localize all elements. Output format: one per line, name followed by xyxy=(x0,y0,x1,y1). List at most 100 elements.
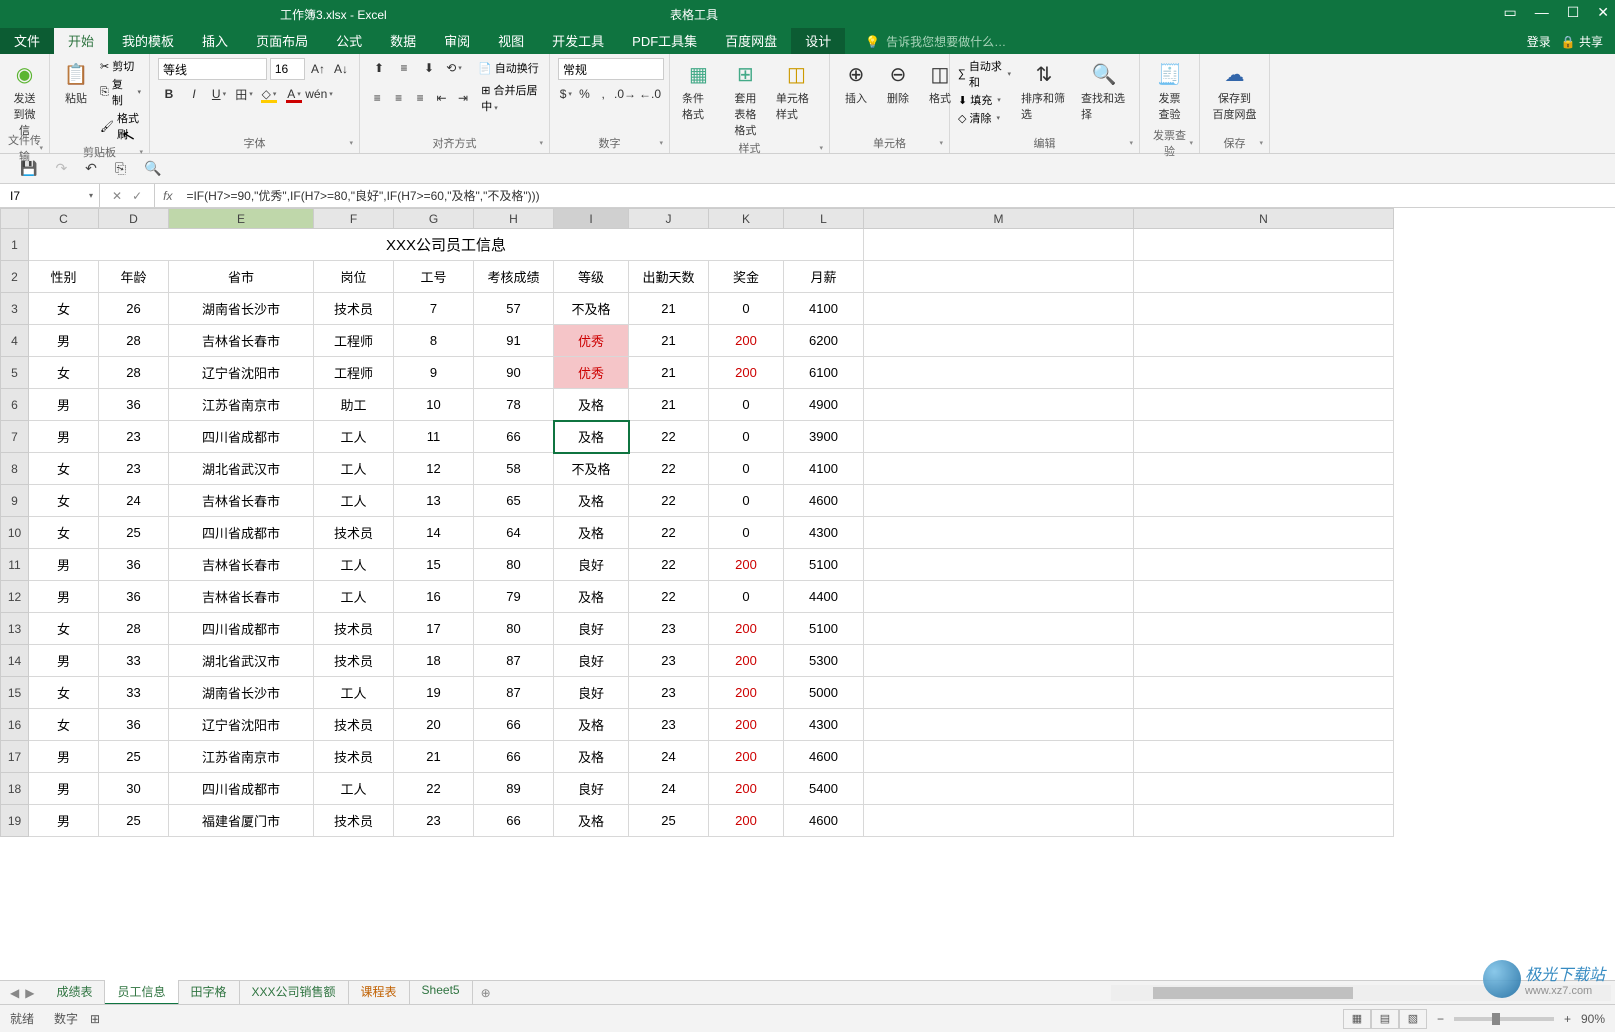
table-format-button[interactable]: ⊞套用 表格格式 xyxy=(725,58,766,140)
cell[interactable]: 不及格 xyxy=(554,453,629,485)
cell[interactable]: 5100 xyxy=(784,613,864,645)
fill-button[interactable]: ⬇ 填充 xyxy=(958,92,1011,108)
qat-button-2[interactable]: 🔍 xyxy=(144,160,161,177)
col-header-H[interactable]: H xyxy=(474,209,554,229)
cell[interactable]: 12 xyxy=(394,453,474,485)
font-name-select[interactable]: 等线 xyxy=(158,58,267,80)
col-header-M[interactable]: M xyxy=(864,209,1134,229)
cell[interactable]: 工人 xyxy=(314,773,394,805)
phonetic-button[interactable]: wén xyxy=(308,84,330,104)
col-header-L[interactable]: L xyxy=(784,209,864,229)
row-header-5[interactable]: 5 xyxy=(1,357,29,389)
indent-dec-button[interactable]: ⇤ xyxy=(432,88,450,108)
send-wechat-button[interactable]: ◉ 发送 到微信 xyxy=(8,58,41,140)
cell[interactable]: 16 xyxy=(394,581,474,613)
cell[interactable]: 22 xyxy=(629,581,709,613)
currency-button[interactable]: $ xyxy=(558,84,574,104)
cell[interactable]: 66 xyxy=(474,741,554,773)
row-header-3[interactable]: 3 xyxy=(1,293,29,325)
row-header-8[interactable]: 8 xyxy=(1,453,29,485)
sort-filter-button[interactable]: ⇅排序和筛选 xyxy=(1017,58,1071,124)
cell[interactable]: 200 xyxy=(709,325,784,357)
row-header-11[interactable]: 11 xyxy=(1,549,29,581)
tab-dev[interactable]: 开发工具 xyxy=(538,27,618,54)
cell[interactable]: 200 xyxy=(709,613,784,645)
cell[interactable]: 4300 xyxy=(784,709,864,741)
cell[interactable]: 男 xyxy=(29,421,99,453)
zoom-in-button[interactable]: + xyxy=(1564,1012,1571,1026)
decrease-font-button[interactable]: A↓ xyxy=(331,59,351,79)
tab-pdf[interactable]: PDF工具集 xyxy=(618,27,711,54)
cell[interactable]: 14 xyxy=(394,517,474,549)
cell[interactable]: 工人 xyxy=(314,453,394,485)
cell[interactable]: 吉林省长春市 xyxy=(169,325,314,357)
tab-formula[interactable]: 公式 xyxy=(322,27,376,54)
cell[interactable]: 0 xyxy=(709,517,784,549)
cell[interactable]: 良好 xyxy=(554,645,629,677)
cell[interactable]: 湖北省武汉市 xyxy=(169,645,314,677)
table-header[interactable]: 工号 xyxy=(394,261,474,293)
cell[interactable]: 80 xyxy=(474,549,554,581)
col-header-E[interactable]: E xyxy=(169,209,314,229)
cell[interactable]: 28 xyxy=(99,325,169,357)
cell[interactable]: 江苏省南京市 xyxy=(169,389,314,421)
cell[interactable]: 25 xyxy=(99,741,169,773)
cell[interactable]: 四川省成都市 xyxy=(169,613,314,645)
percent-button[interactable]: % xyxy=(577,84,593,104)
cell[interactable]: 0 xyxy=(709,485,784,517)
cell[interactable]: 男 xyxy=(29,773,99,805)
cell[interactable]: 及格 xyxy=(554,517,629,549)
align-top-button[interactable]: ⬆ xyxy=(368,58,390,78)
cell[interactable]: 良好 xyxy=(554,773,629,805)
cell[interactable]: 21 xyxy=(629,293,709,325)
clear-button[interactable]: ◇ 清除 xyxy=(958,110,1011,126)
cell[interactable]: 21 xyxy=(629,357,709,389)
cell[interactable]: 20 xyxy=(394,709,474,741)
row-header-17[interactable]: 17 xyxy=(1,741,29,773)
align-left-button[interactable]: ≡ xyxy=(368,88,386,108)
cell[interactable]: 7 xyxy=(394,293,474,325)
cell[interactable]: 22 xyxy=(629,485,709,517)
redo-button[interactable]: ↷ xyxy=(55,160,67,177)
cell[interactable]: 25 xyxy=(99,517,169,549)
add-sheet-button[interactable]: ⊕ xyxy=(481,986,491,1000)
paste-button[interactable]: 📋 粘贴 xyxy=(58,58,94,108)
sheet-nav-last[interactable]: ▶ xyxy=(25,986,34,1000)
row-header-14[interactable]: 14 xyxy=(1,645,29,677)
cell[interactable]: 23 xyxy=(629,645,709,677)
maximize-icon[interactable]: ☐ xyxy=(1567,4,1580,21)
sheet-tab-4[interactable]: 课程表 xyxy=(349,980,410,1005)
cell[interactable]: 91 xyxy=(474,325,554,357)
cell[interactable]: 10 xyxy=(394,389,474,421)
cell[interactable]: 23 xyxy=(629,677,709,709)
cell[interactable]: 女 xyxy=(29,293,99,325)
table-header[interactable]: 奖金 xyxy=(709,261,784,293)
cell[interactable]: 23 xyxy=(99,421,169,453)
cell[interactable]: 4900 xyxy=(784,389,864,421)
cell[interactable]: 0 xyxy=(709,453,784,485)
cell[interactable]: 65 xyxy=(474,485,554,517)
fx-icon[interactable]: fx xyxy=(155,189,180,203)
zoom-level[interactable]: 90% xyxy=(1581,1012,1605,1026)
insert-cell-button[interactable]: ⊕插入 xyxy=(838,58,874,108)
cell[interactable]: 福建省厦门市 xyxy=(169,805,314,837)
cell[interactable]: 优秀 xyxy=(554,325,629,357)
cell[interactable]: 及格 xyxy=(554,581,629,613)
conditional-format-button[interactable]: ▦条件格式 xyxy=(678,58,719,124)
cell[interactable]: 女 xyxy=(29,357,99,389)
row-header-12[interactable]: 12 xyxy=(1,581,29,613)
cell[interactable]: 90 xyxy=(474,357,554,389)
cell[interactable]: 及格 xyxy=(554,389,629,421)
cell[interactable]: 19 xyxy=(394,677,474,709)
col-header-N[interactable]: N xyxy=(1134,209,1394,229)
cell[interactable]: 0 xyxy=(709,389,784,421)
find-select-button[interactable]: 🔍查找和选择 xyxy=(1077,58,1131,124)
cell[interactable]: 技术员 xyxy=(314,709,394,741)
cell[interactable]: 工人 xyxy=(314,549,394,581)
cell[interactable]: 4600 xyxy=(784,741,864,773)
tab-view[interactable]: 视图 xyxy=(484,27,538,54)
underline-button[interactable]: U xyxy=(208,84,230,104)
cell[interactable]: 及格 xyxy=(554,485,629,517)
zoom-slider[interactable] xyxy=(1454,1017,1554,1021)
cell[interactable]: 0 xyxy=(709,581,784,613)
